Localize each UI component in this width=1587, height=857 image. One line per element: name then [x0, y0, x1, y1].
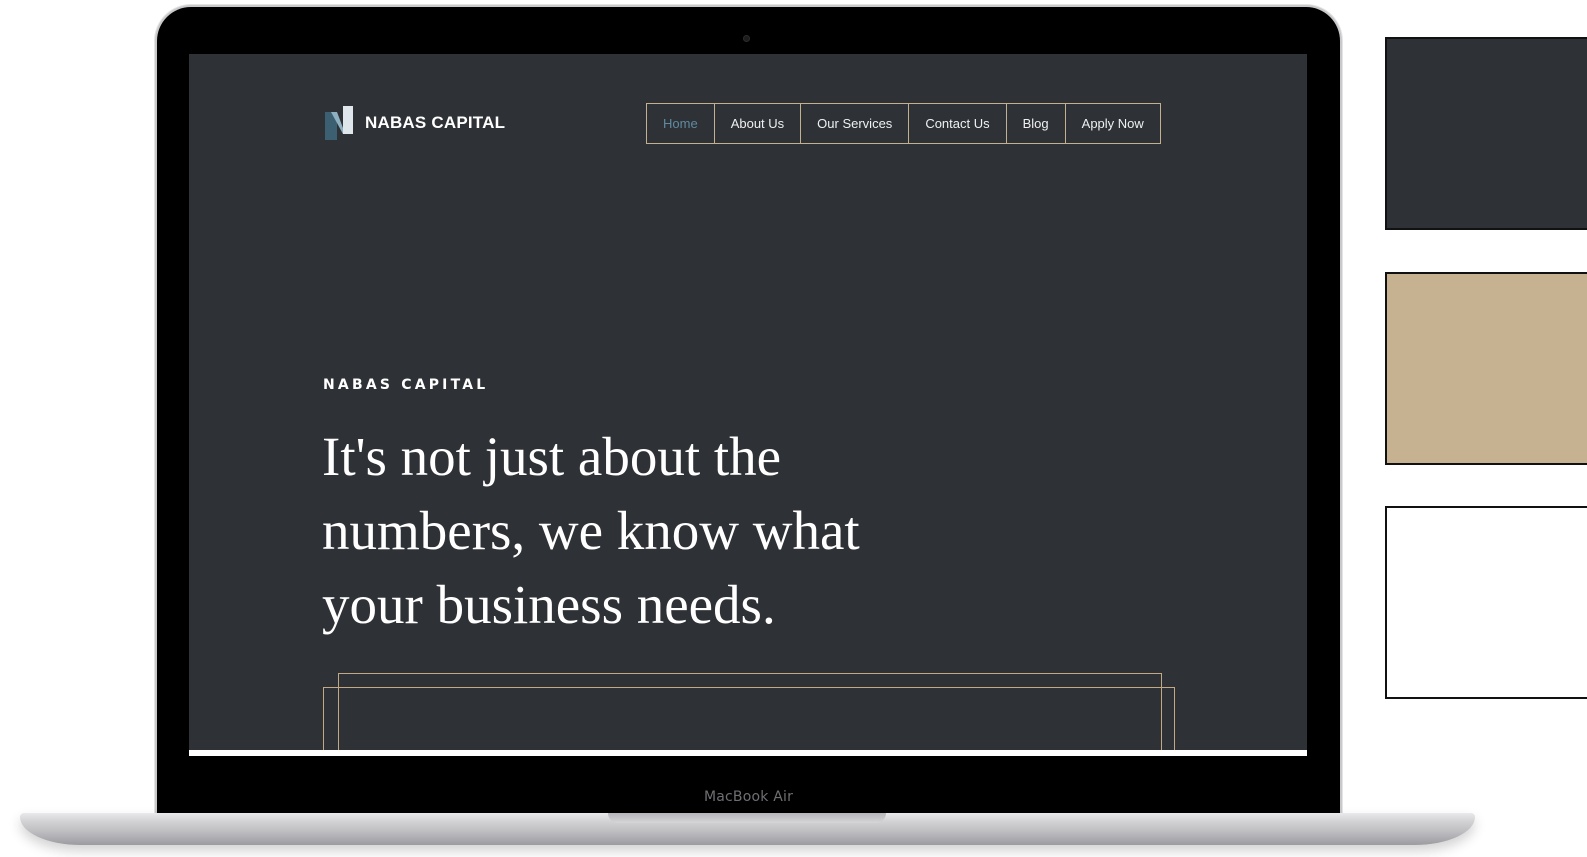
nav-item-home[interactable]: Home [647, 104, 714, 143]
hero-headline-line: your business needs. [322, 574, 776, 635]
laptop-notch [608, 813, 886, 823]
main-nav: Home About Us Our Services Contact Us Bl… [646, 103, 1161, 144]
nav-item-about-us[interactable]: About Us [713, 104, 800, 143]
nav-item-our-services[interactable]: Our Services [800, 104, 908, 143]
nav-item-blog[interactable]: Blog [1005, 104, 1065, 143]
screen-bottom-strip [189, 750, 1307, 756]
color-swatch-white [1385, 506, 1587, 699]
color-swatch-tan [1385, 272, 1587, 465]
hero-headline: It's not just about the numbers, we know… [322, 420, 1042, 642]
mockup-stage: NABAS CAPITAL Home About Us Our Services… [0, 0, 1587, 857]
laptop-lid: NABAS CAPITAL Home About Us Our Services… [157, 7, 1340, 825]
logo-mark-icon [325, 106, 353, 140]
decorative-frame-front [323, 687, 1175, 756]
logo-text: NABAS CAPITAL [365, 113, 506, 132]
nav-item-apply-now[interactable]: Apply Now [1064, 104, 1160, 143]
site-logo[interactable]: NABAS CAPITAL [325, 106, 505, 140]
hero-eyebrow: NABAS CAPITAL [323, 377, 489, 393]
laptop-screen: NABAS CAPITAL Home About Us Our Services… [189, 54, 1307, 756]
camera-icon [743, 35, 750, 42]
color-swatch-charcoal [1385, 37, 1587, 230]
hero-headline-line: It's not just about the [322, 426, 782, 487]
nav-item-contact-us[interactable]: Contact Us [908, 104, 1005, 143]
hero-headline-line: numbers, we know what [322, 500, 860, 561]
laptop-base [20, 813, 1475, 845]
device-label: MacBook Air [703, 789, 794, 805]
